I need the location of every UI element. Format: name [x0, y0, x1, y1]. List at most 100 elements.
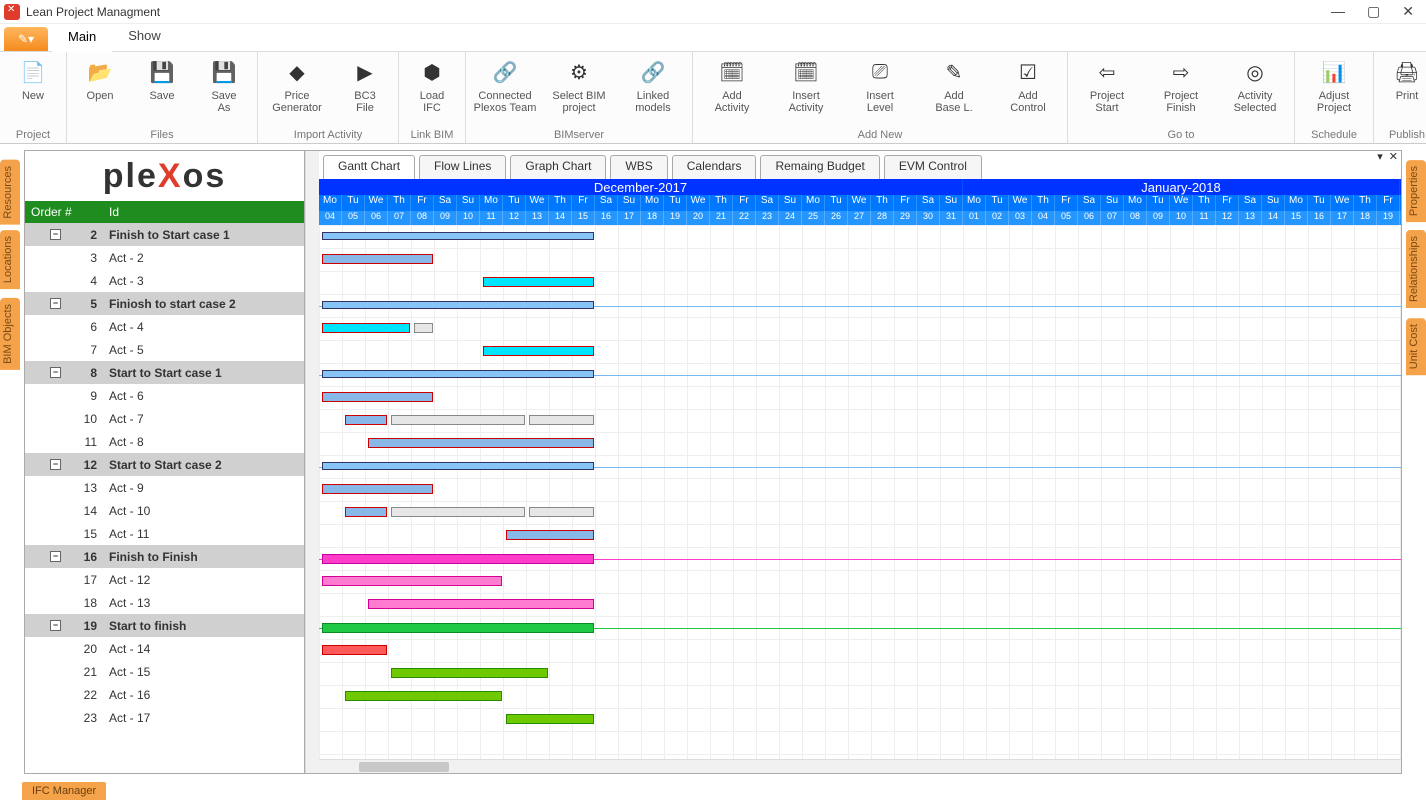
ribbon-loadifc-button[interactable]: ⬢Load IFC — [405, 54, 459, 114]
gantt-bar[interactable] — [322, 462, 594, 470]
activity-row[interactable]: 15Act - 11 — [25, 522, 304, 545]
menu-tab-show[interactable]: Show — [112, 24, 177, 51]
group-row[interactable]: −8Start to Start case 1 — [25, 361, 304, 384]
chart-tab-graph-chart[interactable]: Graph Chart — [510, 155, 606, 179]
ribbon-selectbim-button[interactable]: ⚙Select BIM project — [546, 54, 612, 114]
gantt-bar[interactable] — [529, 507, 594, 517]
horizontal-scrollbar[interactable] — [319, 759, 1401, 773]
side-tab-locations[interactable]: Locations — [0, 230, 20, 289]
gantt-bar[interactable] — [391, 668, 548, 678]
group-row[interactable]: −19Start to finish — [25, 614, 304, 637]
ribbon-pstart-button[interactable]: ⇦Project Start — [1074, 54, 1140, 114]
close-button[interactable]: ✕ — [1402, 3, 1414, 20]
gantt-bar[interactable] — [322, 645, 387, 655]
gantt-bar[interactable] — [483, 346, 594, 356]
collapse-icon[interactable]: − — [50, 298, 61, 309]
app-menu-button[interactable]: ✎▾ — [4, 27, 48, 51]
gantt-bar[interactable] — [483, 277, 594, 287]
gantt-bar[interactable] — [322, 484, 433, 494]
ribbon-saveas-button[interactable]: 💾Save As — [197, 54, 251, 114]
chart-tab-remaing-budget[interactable]: Remaing Budget — [760, 155, 879, 179]
ribbon-open-button[interactable]: 📂Open — [73, 54, 127, 102]
chart-tab-calendars[interactable]: Calendars — [672, 155, 757, 179]
gantt-bar[interactable] — [322, 323, 410, 333]
activity-row[interactable]: 17Act - 12 — [25, 568, 304, 591]
ribbon-linked-button[interactable]: 🔗Linked models — [620, 54, 686, 114]
pane-close-button[interactable]: ✕ — [1389, 150, 1398, 166]
chart-tab-wbs[interactable]: WBS — [610, 155, 667, 179]
gantt-bar[interactable] — [322, 232, 594, 240]
ribbon-new-button[interactable]: 📄New — [6, 54, 60, 102]
gantt-bar[interactable] — [322, 301, 594, 309]
collapse-icon[interactable]: − — [50, 229, 61, 240]
col-order[interactable]: Order # — [25, 205, 105, 219]
col-id[interactable]: Id — [105, 205, 304, 219]
vertical-scrollbar[interactable] — [305, 151, 319, 773]
activity-row[interactable]: 13Act - 9 — [25, 476, 304, 499]
gantt-grid[interactable] — [319, 225, 1401, 773]
collapse-icon[interactable]: − — [50, 367, 61, 378]
activity-row[interactable]: 3Act - 2 — [25, 246, 304, 269]
gantt-bar[interactable] — [529, 415, 594, 425]
side-tab-relationships[interactable]: Relationships — [1406, 230, 1426, 308]
activity-row[interactable]: 10Act - 7 — [25, 407, 304, 430]
activity-row[interactable]: 14Act - 10 — [25, 499, 304, 522]
gantt-bar[interactable] — [368, 599, 594, 609]
ribbon-bc3-button[interactable]: ▶BC3 File — [338, 54, 392, 114]
gantt-bar[interactable] — [322, 392, 433, 402]
ribbon-connteam-button[interactable]: 🔗Connected Plexos Team — [472, 54, 538, 114]
gantt-bar[interactable] — [322, 254, 433, 264]
activity-row[interactable]: 7Act - 5 — [25, 338, 304, 361]
chart-tab-evm-control[interactable]: EVM Control — [884, 155, 982, 179]
activity-row[interactable]: 21Act - 15 — [25, 660, 304, 683]
gantt-bar[interactable] — [322, 576, 502, 586]
ribbon-addctrl-button[interactable]: ☑Add Control — [995, 54, 1061, 114]
activity-row[interactable]: 20Act - 14 — [25, 637, 304, 660]
ribbon-save-button[interactable]: 💾Save — [135, 54, 189, 102]
gantt-bar[interactable] — [345, 691, 502, 701]
group-row[interactable]: −2Finish to Start case 1 — [25, 223, 304, 246]
collapse-icon[interactable]: − — [50, 620, 61, 631]
activity-row[interactable]: 11Act - 8 — [25, 430, 304, 453]
ribbon-actsel-button[interactable]: ◎Activity Selected — [1222, 54, 1288, 114]
ribbon-addbl-button[interactable]: ✎Add Base L. — [921, 54, 987, 114]
pane-menu-button[interactable]: ▾ — [1377, 150, 1383, 166]
gantt-bar[interactable] — [391, 415, 525, 425]
activity-row[interactable]: 22Act - 16 — [25, 683, 304, 706]
collapse-icon[interactable]: − — [50, 459, 61, 470]
chart-tab-gantt-chart[interactable]: Gantt Chart — [323, 155, 415, 179]
ribbon-adjust-button[interactable]: 📊Adjust Project — [1301, 54, 1367, 114]
ribbon-insertlvl-button[interactable]: ⎚Insert Level — [847, 54, 913, 114]
ribbon-pfinish-button[interactable]: ⇨Project Finish — [1148, 54, 1214, 114]
gantt-bar[interactable] — [322, 554, 594, 564]
side-tab-unit-cost[interactable]: Unit Cost — [1406, 318, 1426, 375]
group-row[interactable]: −12Start to Start case 2 — [25, 453, 304, 476]
activity-row[interactable]: 6Act - 4 — [25, 315, 304, 338]
ribbon-addact-button[interactable]: 🗓Add Activity — [699, 54, 765, 114]
activity-row[interactable]: 23Act - 17 — [25, 706, 304, 729]
gantt-bar[interactable] — [345, 507, 387, 517]
side-tab-resources[interactable]: Resources — [0, 160, 20, 225]
gantt-bar[interactable] — [345, 415, 387, 425]
menu-tab-main[interactable]: Main — [52, 25, 112, 52]
ribbon-print-button[interactable]: 🖨Print — [1380, 54, 1426, 102]
gantt-bar[interactable] — [414, 323, 433, 333]
side-tab-bim-objects[interactable]: BIM Objects — [0, 298, 20, 370]
minimize-button[interactable]: — — [1331, 3, 1345, 20]
maximize-button[interactable]: ▢ — [1367, 3, 1380, 20]
side-tab-properties[interactable]: Properties — [1406, 160, 1426, 222]
activity-row[interactable]: 9Act - 6 — [25, 384, 304, 407]
gantt-bar[interactable] — [391, 507, 525, 517]
group-row[interactable]: −5Finiosh to start case 2 — [25, 292, 304, 315]
gantt-bar[interactable] — [322, 370, 594, 378]
ribbon-pricegen-button[interactable]: ◆Price Generator — [264, 54, 330, 114]
gantt-bar[interactable] — [506, 530, 594, 540]
ifc-manager-tab[interactable]: IFC Manager — [22, 782, 106, 800]
group-row[interactable]: −16Finish to Finish — [25, 545, 304, 568]
gantt-bar[interactable] — [506, 714, 594, 724]
gantt-bar[interactable] — [368, 438, 594, 448]
gantt-bar[interactable] — [322, 623, 594, 633]
activity-row[interactable]: 4Act - 3 — [25, 269, 304, 292]
ribbon-insertact-button[interactable]: 🗓Insert Activity — [773, 54, 839, 114]
activity-row[interactable]: 18Act - 13 — [25, 591, 304, 614]
